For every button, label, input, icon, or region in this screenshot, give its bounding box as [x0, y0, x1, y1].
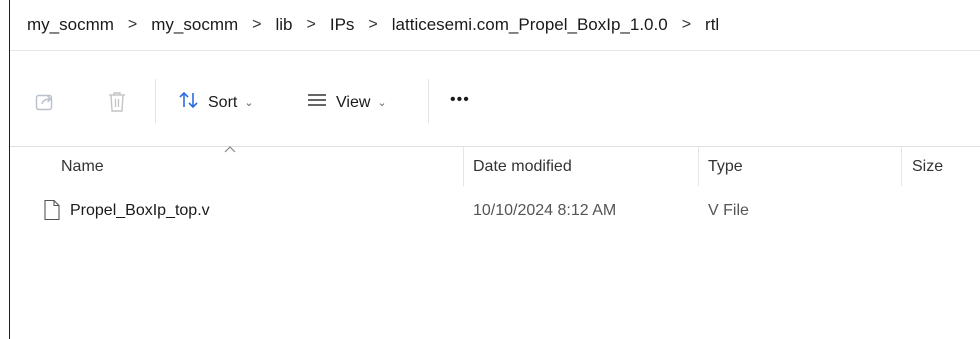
column-header-size[interactable]: Size [912, 158, 943, 176]
column-header: Name Date modified Type Size [10, 146, 980, 186]
file-icon [43, 199, 61, 226]
breadcrumb: my_socmm > my_socmm > lib > IPs > lattic… [10, 0, 980, 51]
breadcrumb-item-current[interactable]: rtl [705, 15, 719, 35]
sort-ascending-icon [224, 146, 236, 153]
breadcrumb-item[interactable]: my_socmm [27, 15, 114, 35]
column-header-name[interactable]: Name [61, 158, 104, 176]
sort-label: Sort [208, 93, 238, 111]
column-divider[interactable] [698, 146, 699, 186]
toolbar-divider [155, 79, 156, 123]
chevron-down-icon: ⌄ [377, 97, 387, 109]
breadcrumb-separator: > [681, 16, 692, 33]
view-button[interactable]: View ⌄ [306, 90, 387, 115]
sort-arrows-icon [178, 90, 200, 115]
share-icon [34, 91, 56, 118]
column-divider[interactable] [901, 146, 902, 186]
file-date-modified: 10/10/2024 8:12 AM [473, 202, 617, 219]
view-label: View [336, 93, 371, 111]
file-type: V File [708, 202, 749, 219]
command-toolbar: Sort ⌄ View ⌄ ••• [10, 51, 980, 147]
column-header-type[interactable]: Type [708, 158, 743, 176]
share-button[interactable] [34, 91, 56, 118]
toolbar-divider [428, 79, 429, 123]
breadcrumb-separator: > [368, 16, 378, 33]
column-header-date-modified[interactable]: Date modified [473, 158, 572, 176]
breadcrumb-separator: > [306, 16, 316, 33]
more-options-button[interactable]: ••• [450, 91, 470, 109]
file-explorer-window: my_socmm > my_socmm > lib > IPs > lattic… [9, 0, 980, 339]
breadcrumb-item[interactable]: lib [276, 15, 293, 35]
chevron-down-icon: ⌄ [244, 97, 254, 109]
view-lines-icon [306, 90, 328, 115]
delete-button[interactable] [106, 90, 128, 119]
breadcrumb-item[interactable]: my_socmm [151, 15, 238, 35]
file-row[interactable]: Propel_BoxIp_top.v 10/10/2024 8:12 AM V … [10, 196, 980, 228]
breadcrumb-separator: > [252, 16, 262, 33]
sort-button[interactable]: Sort ⌄ [178, 90, 254, 115]
more-options-icon: ••• [450, 91, 470, 108]
breadcrumb-item[interactable]: latticesemi.com_Propel_BoxIp_1.0.0 [392, 15, 668, 35]
file-name: Propel_BoxIp_top.v [70, 202, 210, 219]
breadcrumb-separator: > [127, 16, 138, 33]
column-divider[interactable] [463, 146, 464, 186]
trash-icon [106, 90, 128, 119]
breadcrumb-item[interactable]: IPs [330, 15, 355, 35]
